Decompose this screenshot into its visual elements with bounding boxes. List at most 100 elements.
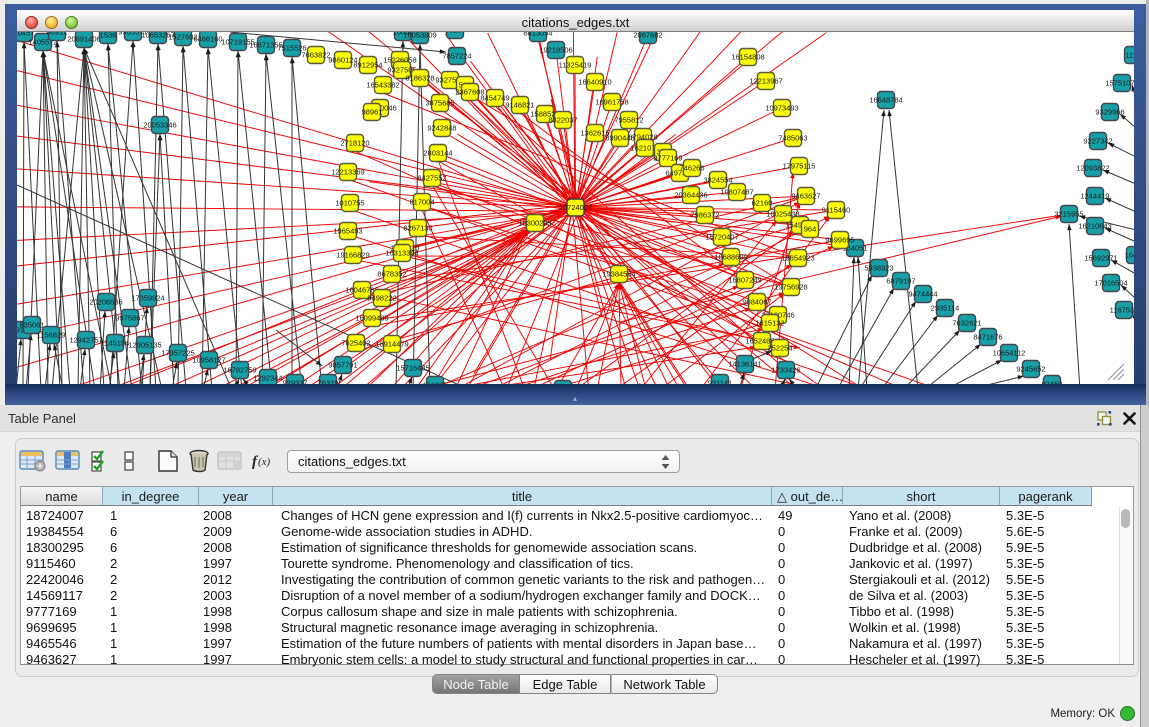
svg-text:6466160: 6466160 [193,35,222,44]
svg-text:7625402: 7625402 [341,339,370,348]
svg-text:18300295: 18300295 [518,219,551,228]
svg-text:98961: 98961 [362,108,383,117]
svg-text:3215955: 3215955 [1054,210,1083,219]
svg-text:20053346: 20053346 [143,121,176,130]
svg-text:10654112: 10654112 [993,349,1026,358]
svg-text:2087682: 2087682 [633,32,662,40]
svg-text:1010755: 1010755 [335,199,364,208]
svg-text:1965493: 1965493 [333,227,362,236]
svg-text:12093822: 12093822 [1076,164,1109,173]
svg-text:161085: 161085 [422,381,447,385]
svg-text:12213369: 12213369 [331,168,364,177]
svg-text:1145194: 1145194 [101,339,130,348]
svg-text:9498222: 9498222 [367,294,396,303]
svg-text:16405: 16405 [1125,251,1134,260]
svg-text:10688609: 10688609 [714,253,747,262]
svg-text:19756928: 19756928 [774,283,807,292]
svg-text:16053809: 16053809 [403,32,436,40]
svg-text:76319: 76319 [318,379,339,385]
svg-text:3875685: 3875685 [425,99,454,108]
svg-text:9857791: 9857791 [328,361,357,370]
svg-text:15716485: 15716485 [396,364,429,373]
svg-text:746266: 746266 [679,164,704,173]
svg-text:929337: 929337 [282,379,307,385]
svg-text:11325419: 11325419 [559,61,592,70]
svg-text:16154808: 16154808 [731,53,764,62]
svg-text:15751074: 15751074 [1105,79,1134,88]
svg-text:835061: 835061 [19,321,44,330]
svg-text:16807249: 16807249 [728,276,761,285]
svg-text:9474444: 9474444 [908,290,937,299]
svg-text:12213967: 12213967 [749,77,782,86]
svg-text:8678352: 8678352 [377,270,406,279]
svg-text:16648784: 16648784 [869,96,902,105]
svg-text:17016504: 17016504 [1094,279,1127,288]
svg-text:9146821: 9146821 [505,101,534,110]
svg-text:1167533: 1167533 [1110,306,1134,315]
svg-text:12942757: 12942757 [69,336,102,345]
svg-text:7485063: 7485063 [778,134,807,143]
svg-text:12905135: 12905135 [128,341,161,350]
svg-text:8912954: 8912954 [353,61,382,70]
svg-text:9975867: 9975867 [115,314,144,323]
svg-text:8427552: 8427552 [417,174,446,183]
svg-text:16914479: 16914479 [375,340,408,349]
svg-text:10807487: 10807487 [720,188,753,197]
svg-text:817004: 817004 [409,198,434,207]
svg-text:20206536: 20206536 [89,298,122,307]
svg-text:20691406: 20691406 [67,35,100,44]
svg-text:20364436: 20364436 [674,191,707,200]
svg-text:2803144: 2803144 [423,149,452,158]
svg-text:16543382: 16543382 [366,81,399,90]
svg-text:8267130: 8267130 [403,224,432,233]
svg-text:7857224: 7857224 [442,52,471,61]
svg-text:1244419: 1244419 [1080,192,1109,201]
svg-text:16210643: 16210643 [1078,222,1111,231]
svg-text:7632621: 7632621 [952,319,981,328]
svg-text:7986372: 7986372 [690,211,719,220]
svg-text:10973493: 10973493 [765,104,798,113]
svg-text:17975115: 17975115 [783,162,816,171]
svg-text:15720407: 15720407 [705,233,738,242]
svg-text:964: 964 [804,225,817,234]
svg-text:(x): (x) [258,456,271,468]
svg-text:2935114: 2935114 [931,304,960,313]
svg-text:6879197: 6879197 [886,277,915,286]
svg-text:9242848: 9242848 [427,124,456,133]
svg-text:16961758: 16961758 [595,98,628,107]
svg-text:18724007: 18724007 [559,203,592,212]
svg-text:1615132: 1615132 [755,319,784,328]
svg-text:1733426: 1733426 [771,366,800,375]
svg-text:10958127: 10958127 [192,356,225,365]
svg-text:17359924: 17359924 [131,294,164,303]
svg-text:9699695: 9699695 [825,236,854,245]
svg-text:5938923: 5938923 [864,264,893,273]
svg-text:14136141: 14136141 [728,360,761,369]
svg-text:9227342: 9227342 [1083,137,1112,146]
svg-text:9329966: 9329966 [1095,108,1124,117]
svg-text:9245652: 9245652 [1016,365,1045,374]
svg-text:8186328: 8186328 [405,74,434,83]
svg-text:16640910: 16640910 [578,78,611,87]
svg-text:1292344: 1292344 [253,374,282,383]
svg-text:8322037: 8322037 [548,116,577,125]
svg-text:19654923: 19654923 [781,254,814,263]
svg-text:19384554: 19384554 [602,270,635,279]
svg-text:2718120: 2718120 [340,139,369,148]
svg-text:16099489: 16099489 [355,314,388,323]
svg-text:88130: 88130 [445,32,466,35]
svg-text:62160: 62160 [752,199,773,208]
svg-text:19218506: 19218506 [539,46,572,55]
svg-text:9777169: 9777169 [653,154,682,163]
svg-text:16782759: 16782759 [223,366,256,375]
svg-text:8813054: 8813054 [523,32,552,38]
svg-text:3824554: 3824554 [703,176,732,185]
svg-text:9115460: 9115460 [822,206,851,215]
svg-text:931141: 931141 [708,379,732,385]
svg-text:16313394: 16313394 [385,249,418,258]
svg-text:92450: 92450 [1042,380,1063,385]
svg-text:15692971: 15692971 [1084,254,1117,263]
svg-text:7955812: 7955812 [614,116,643,125]
svg-text:1117: 1117 [1125,51,1134,60]
svg-text:1536: 1536 [100,32,117,40]
